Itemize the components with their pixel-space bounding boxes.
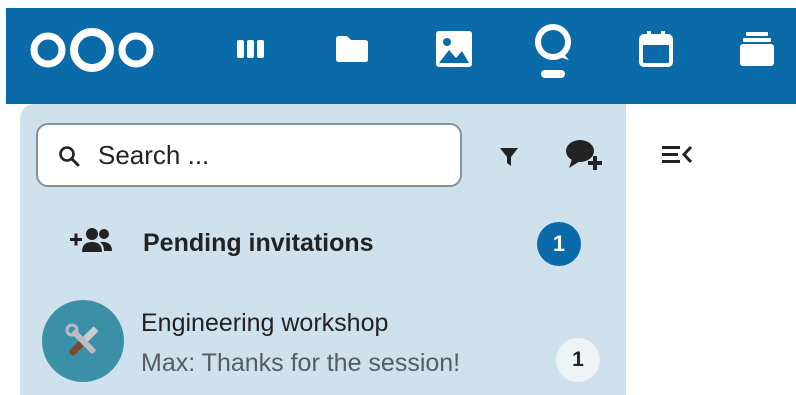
new-conversation-button[interactable] (561, 132, 607, 178)
filter-button[interactable] (486, 134, 532, 180)
conversation-avatar (42, 300, 124, 382)
new-conversation-icon (566, 140, 602, 170)
pending-invitations-label: Pending invitations (143, 229, 374, 257)
search-input[interactable] (98, 131, 448, 179)
search-field[interactable] (36, 123, 462, 187)
filter-icon (500, 148, 518, 166)
search-icon (59, 146, 80, 167)
sidebar-toggle-button[interactable] (654, 132, 700, 178)
talk-icon[interactable] (531, 20, 575, 80)
tools-icon (65, 323, 98, 356)
pending-count-badge: 1 (537, 222, 581, 266)
dashboard-icon[interactable] (229, 24, 273, 74)
photos-icon[interactable] (432, 24, 476, 74)
deck-stack-icon[interactable] (735, 24, 779, 74)
conversation-last-message: Max: Thanks for the session! (141, 349, 461, 377)
nextcloud-logo[interactable] (26, 28, 158, 72)
files-folder-icon[interactable] (330, 24, 374, 74)
app-window: Pending invitations 1 Engineering worksh… (0, 0, 796, 395)
sidebar-toggle-icon (662, 145, 693, 164)
main-content (626, 104, 796, 395)
calendar-icon[interactable] (634, 24, 678, 74)
conversation-name: Engineering workshop (141, 309, 389, 337)
add-group-icon (70, 228, 112, 252)
unread-count-badge: 1 (556, 338, 600, 382)
